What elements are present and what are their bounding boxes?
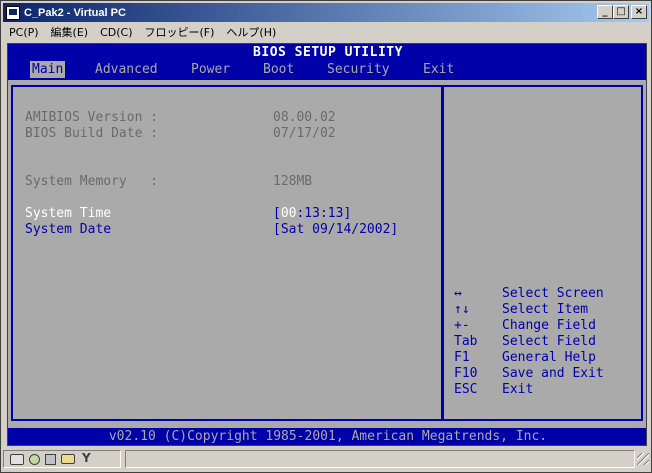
help-key: ESC <box>454 382 478 397</box>
status-bar <box>3 448 649 470</box>
help-key: ↑↓ <box>454 302 470 317</box>
help-desc: Save and Exit <box>502 366 604 381</box>
help-key: +- <box>454 318 470 333</box>
system-date-label[interactable]: System Date <box>25 222 111 238</box>
help-item: ESC Exit <box>454 382 533 398</box>
window-title: C_Pak2 - Virtual PC <box>24 6 126 19</box>
system-time-field[interactable]: [00:13:13] <box>273 206 351 222</box>
main-panel: AMIBIOS Version : 08.00.02 BIOS Build Da… <box>11 85 443 421</box>
cd-icon[interactable] <box>29 453 40 465</box>
app-icon[interactable] <box>6 5 20 20</box>
bios-copyright-footer: v02.10 (C)Copyright 1985-2001, American … <box>8 428 646 445</box>
bios-build-date-value: 07/17/02 <box>273 126 336 141</box>
system-time-rest: :13:13] <box>296 206 352 221</box>
menu-pc[interactable]: PC(P) <box>3 26 45 39</box>
help-desc: General Help <box>502 350 596 365</box>
help-item: Tab Select Field <box>454 334 596 350</box>
help-key: F1 <box>454 350 470 365</box>
close-button[interactable]: × <box>631 5 647 19</box>
system-time-cursor[interactable]: 00 <box>281 206 297 221</box>
hard-disk-icon[interactable] <box>10 453 24 465</box>
help-item: F1 General Help <box>454 350 596 366</box>
help-panel: ↔ Select Screen ↑↓ Select Item +- Change Fi… <box>442 85 643 421</box>
menu-bar: PC(P) 編集(E) CD(C) フロッピー(F) ヘルプ(H) <box>3 23 649 41</box>
help-item: +- Change Field <box>454 318 596 334</box>
resize-grip-icon[interactable] <box>637 453 649 465</box>
amibios-version-label: AMIBIOS Version : <box>25 110 159 125</box>
minimize-button[interactable]: _ <box>597 5 613 19</box>
bios-tabs: Main Advanced Power Boot Security Exit <box>8 61 646 78</box>
shared-folder-icon[interactable] <box>61 454 75 464</box>
help-desc: Change Field <box>502 318 596 333</box>
tab-main[interactable]: Main <box>30 61 66 78</box>
help-desc: Select Item <box>502 302 589 317</box>
window-controls: _ □ × <box>597 5 647 19</box>
title-bar[interactable]: C_Pak2 - Virtual PC _ □ × <box>3 3 649 22</box>
bios-build-date-label: BIOS Build Date : <box>25 126 159 141</box>
menu-edit[interactable]: 編集(E) <box>45 24 95 40</box>
help-item: ↑↓ Select Item <box>454 302 588 318</box>
vm-screen[interactable]: BIOS SETUP UTILITY Main Advanced Power B… <box>7 43 647 446</box>
help-key: ↔ <box>454 286 462 301</box>
menu-floppy[interactable]: フロッピー(F) <box>139 24 221 40</box>
system-memory-label: System Memory : <box>25 174 159 189</box>
amibios-version-value: 08.00.02 <box>273 110 336 125</box>
tab-power[interactable]: Power <box>189 61 232 78</box>
help-desc: Select Field <box>502 334 596 349</box>
menu-help[interactable]: ヘルプ(H) <box>220 24 282 40</box>
system-time-label[interactable]: System Time <box>25 206 111 222</box>
menu-cd[interactable]: CD(C) <box>94 26 138 39</box>
tab-boot[interactable]: Boot <box>261 61 296 78</box>
status-message-area <box>125 450 635 468</box>
help-item: F10 Save and Exit <box>454 366 604 382</box>
tab-advanced[interactable]: Advanced <box>93 61 160 78</box>
help-desc: Exit <box>502 382 534 397</box>
device-icons <box>3 450 121 468</box>
help-item: ↔ Select Screen <box>454 286 604 302</box>
help-key: Tab <box>454 334 478 349</box>
system-date-field[interactable]: [Sat 09/14/2002] <box>273 222 398 238</box>
virtual-pc-window: C_Pak2 - Virtual PC _ □ × PC(P) 編集(E) CD… <box>0 0 652 473</box>
maximize-button[interactable]: □ <box>613 5 629 19</box>
system-time-open: [ <box>273 206 281 221</box>
network-icon[interactable] <box>80 451 94 465</box>
help-key: F10 <box>454 366 478 381</box>
bios-header: BIOS SETUP UTILITY Main Advanced Power B… <box>8 44 646 80</box>
tab-exit[interactable]: Exit <box>421 61 456 78</box>
bios-title: BIOS SETUP UTILITY <box>253 45 403 60</box>
floppy-icon[interactable] <box>45 453 56 465</box>
tab-security[interactable]: Security <box>325 61 392 78</box>
system-memory-value: 128MB <box>273 174 313 189</box>
help-desc: Select Screen <box>502 286 604 301</box>
